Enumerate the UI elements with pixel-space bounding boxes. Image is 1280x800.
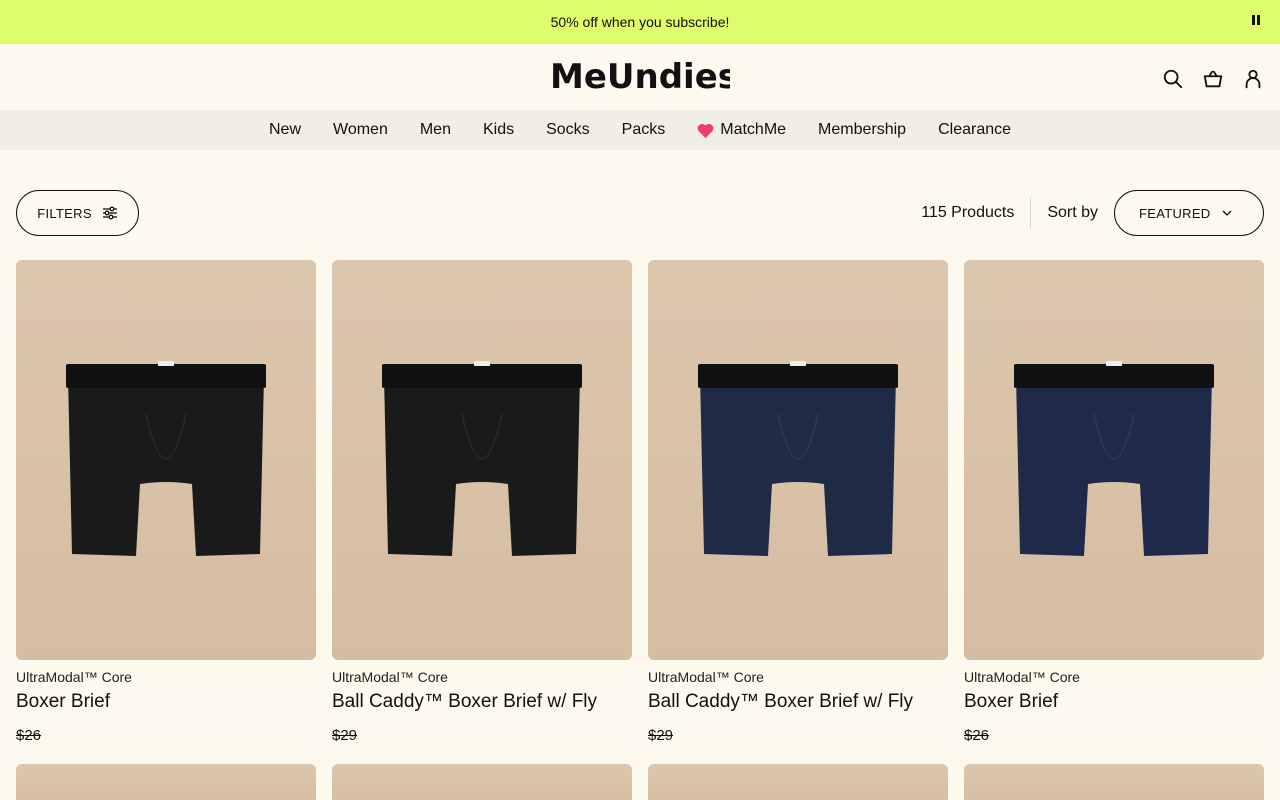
promo-text: 50% off when you subscribe! [550,14,730,30]
nav-item-matchme[interactable]: MatchMe [697,121,786,139]
sort-label: Sort by [1047,204,1098,221]
product-title[interactable]: Boxer Brief [16,691,316,713]
product-image[interactable] [648,764,948,800]
product-card[interactable]: UltraModal™ Core Ball Caddy™ Boxer Brief… [648,260,948,744]
product-price: $26 [16,727,42,744]
product-image[interactable] [16,764,316,800]
product-count: 115 Products [921,204,1015,221]
product-card[interactable] [648,764,948,800]
product-price: $29 [648,727,674,744]
garment-waistband [698,364,898,388]
product-line: UltraModal™ Core [964,669,1080,685]
product-title[interactable]: Boxer Brief [964,691,1264,713]
garment-tag [158,361,174,366]
chevron-down-icon [1222,210,1232,216]
cart-icon[interactable] [1202,68,1224,90]
garment-body [384,376,580,556]
product-image[interactable] [964,260,1264,660]
nav-item-membership[interactable]: Membership [818,121,906,139]
listing-toolbar: FILTERS 115 Products Sort by FEATURED [16,190,1264,236]
nav-item-clearance[interactable]: Clearance [938,121,1011,139]
product-card[interactable]: UltraModal™ Core Ball Caddy™ Boxer Brief… [332,260,632,744]
nav-item-men[interactable]: Men [420,121,451,139]
logo-text: MeUndies [550,57,730,97]
product-grid: UltraModal™ Core Boxer Brief $26 UltraMo… [16,260,1264,800]
product-line: UltraModal™ Core [16,669,132,685]
site-header: MeUndies [0,44,1280,110]
nav-item-women[interactable]: Women [333,121,388,139]
garment-tag [1106,361,1122,366]
garment-body [700,376,896,556]
garment-body [1016,376,1212,556]
pause-icon[interactable] [1252,15,1260,25]
product-price: $26 [964,727,990,744]
logo[interactable]: MeUndies [550,56,738,100]
garment-waistband [1014,364,1214,388]
sliders-icon [102,206,117,220]
filters-button[interactable]: FILTERS [16,190,139,236]
filters-label: FILTERS [37,205,92,221]
product-image[interactable] [16,260,316,660]
product-card[interactable]: UltraModal™ Core Boxer Brief $26 [16,260,316,744]
search-icon[interactable] [1162,68,1184,90]
nav-item-packs[interactable]: Packs [622,121,666,139]
product-image[interactable] [648,260,948,660]
product-image[interactable] [332,764,632,800]
sort-value: FEATURED [1139,205,1211,221]
product-card[interactable]: UltraModal™ Core Boxer Brief $26 [964,260,1264,744]
main-nav: New Women Men Kids Socks Packs MatchMe M… [0,110,1280,150]
nav-item-socks[interactable]: Socks [546,121,590,139]
nav-item-kids[interactable]: Kids [483,121,514,139]
product-card[interactable] [964,764,1264,800]
product-title[interactable]: Ball Caddy™ Boxer Brief w/ Fly [648,691,948,713]
account-icon[interactable] [1242,68,1264,90]
garment-body [68,376,264,556]
sort-select[interactable]: FEATURED [1114,190,1264,236]
nav-item-matchme-label: MatchMe [720,121,787,138]
garment-waistband [382,364,582,388]
product-title[interactable]: Ball Caddy™ Boxer Brief w/ Fly [332,691,632,713]
product-image[interactable] [964,764,1264,800]
product-card[interactable] [16,764,316,800]
product-line: UltraModal™ Core [648,669,764,685]
garment-waistband [66,364,266,388]
product-card[interactable] [332,764,632,800]
promo-banner[interactable]: 50% off when you subscribe! [0,0,1280,44]
product-line: UltraModal™ Core [332,669,448,685]
garment-tag [474,361,490,366]
nav-item-new[interactable]: New [269,121,301,139]
product-image[interactable] [332,260,632,660]
garment-tag [790,361,806,366]
product-price: $29 [332,727,358,744]
heart-icon [697,123,714,138]
